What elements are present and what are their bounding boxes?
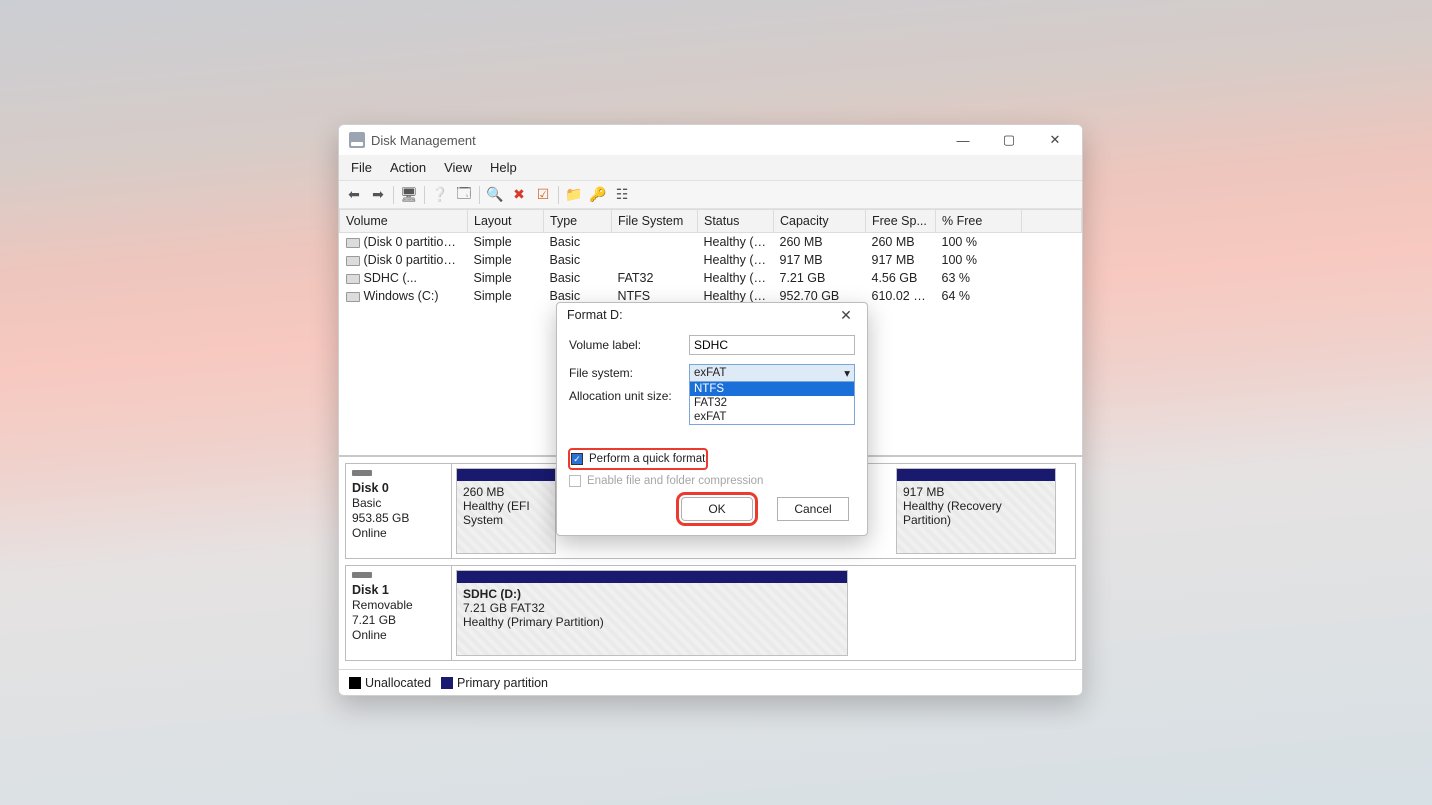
input-volume-label[interactable] — [689, 335, 855, 355]
legend: Unallocated Primary partition — [339, 669, 1082, 695]
col-type[interactable]: Type — [544, 210, 612, 233]
dialog-close-icon[interactable]: ✕ — [835, 304, 857, 326]
filesystem-option-exfat[interactable]: exFAT — [690, 410, 854, 424]
filesystem-dropdown-list: NTFS FAT32 exFAT — [689, 382, 855, 425]
menu-help[interactable]: Help — [482, 157, 525, 178]
col-status[interactable]: Status — [698, 210, 774, 233]
disk-row: Disk 1Removable7.21 GBOnlineSDHC (D:)7.2… — [345, 565, 1076, 661]
forward-icon[interactable]: ➡ — [367, 184, 389, 206]
dialog-title: Format D: — [567, 308, 623, 322]
filesystem-option-fat32[interactable]: FAT32 — [690, 396, 854, 410]
disk-icon — [352, 470, 372, 476]
check-icon[interactable]: ☑ — [532, 184, 554, 206]
menu-action[interactable]: Action — [382, 157, 434, 178]
disk-header: Disk 0Basic953.85 GBOnline — [346, 464, 452, 558]
volume-icon — [346, 292, 360, 302]
maximize-button[interactable]: ▢ — [986, 125, 1032, 155]
filesystem-dropdown[interactable]: exFAT ▾ — [689, 364, 855, 382]
delete-icon[interactable]: ✖ — [508, 184, 530, 206]
menu-file[interactable]: File — [343, 157, 380, 178]
compression-checkbox — [569, 475, 581, 487]
quick-format-row: ✓ Perform a quick format — [569, 449, 707, 469]
close-button[interactable]: ✕ — [1032, 125, 1078, 155]
col-layout[interactable]: Layout — [468, 210, 544, 233]
col-volume[interactable]: Volume — [340, 210, 468, 233]
refresh-icon[interactable]: 🗔 — [453, 184, 475, 206]
col-pctfree[interactable]: % Free — [936, 210, 1022, 233]
format-dialog: Format D: ✕ Volume label: File system: e… — [556, 302, 868, 536]
legend-unallocated-swatch — [349, 677, 361, 689]
volume-icon — [346, 256, 360, 266]
col-filesystem[interactable]: File System — [612, 210, 698, 233]
ok-button[interactable]: OK — [681, 497, 753, 521]
col-spacer — [1022, 210, 1082, 233]
legend-primary-swatch — [441, 677, 453, 689]
app-icon — [349, 132, 365, 148]
cancel-button[interactable]: Cancel — [777, 497, 849, 521]
partition[interactable]: 917 MBHealthy (Recovery Partition) — [896, 468, 1056, 554]
table-row[interactable]: (Disk 0 partition 1)SimpleBasicHealthy (… — [340, 233, 1082, 252]
compression-label: Enable file and folder compression — [587, 475, 763, 487]
partition[interactable]: SDHC (D:)7.21 GB FAT32Healthy (Primary P… — [456, 570, 848, 656]
compression-row: Enable file and folder compression — [569, 471, 855, 491]
legend-unallocated-label: Unallocated — [365, 676, 431, 690]
back-icon[interactable]: ⬅ — [343, 184, 365, 206]
volume-icon — [346, 274, 360, 284]
col-capacity[interactable]: Capacity — [774, 210, 866, 233]
legend-primary-label: Primary partition — [457, 676, 548, 690]
quick-format-label: Perform a quick format — [589, 453, 705, 465]
minimize-button[interactable]: — — [940, 125, 986, 155]
chevron-down-icon: ▾ — [844, 366, 850, 380]
rescan-icon[interactable]: 🔍 — [484, 184, 506, 206]
filesystem-selected: exFAT — [694, 367, 726, 379]
properties-icon[interactable]: ☷ — [611, 184, 633, 206]
disk-icon — [352, 572, 372, 578]
partition[interactable]: 260 MBHealthy (EFI System — [456, 468, 556, 554]
quick-format-checkbox[interactable]: ✓ — [571, 453, 583, 465]
label-allocation-unit: Allocation unit size: — [569, 389, 689, 403]
disk-header: Disk 1Removable7.21 GBOnline — [346, 566, 452, 660]
filesystem-option-ntfs[interactable]: NTFS — [690, 382, 854, 396]
titlebar: Disk Management — ▢ ✕ — [339, 125, 1082, 155]
menubar: File Action View Help — [339, 155, 1082, 181]
table-row[interactable]: (Disk 0 partition 4)SimpleBasicHealthy (… — [340, 251, 1082, 269]
label-volume: Volume label: — [569, 338, 689, 352]
toolbar: ⬅ ➡ 🖥 ❔ 🗔 🔍 ✖ ☑ 📁 🔑 ☷ — [339, 181, 1082, 209]
table-row[interactable]: SDHC (...SimpleBasicFAT32Healthy (P...7.… — [340, 269, 1082, 287]
label-filesystem: File system: — [569, 366, 689, 380]
volume-icon — [346, 238, 360, 248]
computer-icon[interactable]: 🖥 — [398, 184, 420, 206]
col-freespace[interactable]: Free Sp... — [866, 210, 936, 233]
window-title: Disk Management — [371, 133, 476, 148]
key-icon[interactable]: 🔑 — [587, 184, 609, 206]
menu-view[interactable]: View — [436, 157, 480, 178]
folder-icon[interactable]: 📁 — [563, 184, 585, 206]
help-icon[interactable]: ❔ — [429, 184, 451, 206]
